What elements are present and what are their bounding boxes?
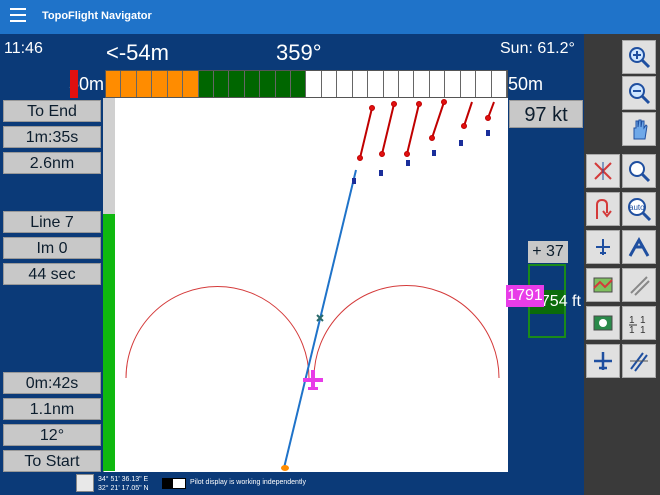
waypoint-markers bbox=[357, 99, 495, 161]
distance-to-start-readout: 1.1nm bbox=[3, 398, 101, 420]
scale-segment bbox=[352, 71, 369, 97]
turn-route-button[interactable] bbox=[586, 192, 620, 226]
fraction-icon: 1111 bbox=[629, 315, 646, 335]
deviation-scale-bar bbox=[105, 70, 508, 98]
scale-segment bbox=[414, 71, 430, 97]
titlebar: TopoFlight Navigator bbox=[0, 0, 660, 34]
flight-map[interactable] bbox=[103, 98, 508, 472]
scale-segment bbox=[291, 71, 307, 97]
time-to-end-readout: 1m:35s bbox=[3, 126, 101, 148]
scale-segment bbox=[136, 71, 153, 97]
line-tool-button[interactable] bbox=[622, 268, 656, 302]
aircraft-center-button[interactable] bbox=[586, 230, 620, 264]
fraction-button[interactable]: 1111 bbox=[622, 306, 656, 340]
aircraft-status-icon bbox=[76, 474, 94, 492]
status-bar: 34° 51' 36.13" E 32° 21' 17.05" N Pilot … bbox=[0, 472, 584, 495]
ground-speed-readout: 97 kt bbox=[509, 100, 583, 128]
scale-segment bbox=[152, 71, 168, 97]
scale-segment bbox=[260, 71, 276, 97]
flight-map-drawing bbox=[125, 99, 500, 471]
airplane-button[interactable] bbox=[586, 344, 620, 378]
heading-readout: 359° bbox=[276, 40, 322, 65]
scale-segment bbox=[429, 71, 446, 97]
aircraft-center-icon bbox=[596, 239, 610, 255]
zoom-out-icon bbox=[629, 83, 651, 105]
zoom-in-icon bbox=[629, 47, 651, 69]
scale-left-label: 50m bbox=[66, 70, 106, 98]
pan-hand-icon bbox=[633, 119, 648, 140]
scale-segment bbox=[198, 71, 214, 97]
terrain-map-icon bbox=[593, 277, 613, 293]
vertical-speed-readout: + 37 bbox=[528, 241, 568, 263]
scale-segment bbox=[368, 71, 384, 97]
scale-segment bbox=[244, 71, 261, 97]
menu-icon[interactable] bbox=[10, 8, 26, 24]
scale-right-label: 50m bbox=[508, 74, 544, 94]
scale-segment bbox=[491, 71, 507, 97]
scale-marker bbox=[70, 70, 78, 98]
sun-angle-readout: Sun: 61.2° bbox=[500, 40, 575, 57]
status-message: Pilot display is working independently bbox=[190, 479, 306, 486]
route-arrows-icon bbox=[628, 236, 650, 257]
svg-text:1: 1 bbox=[629, 325, 635, 335]
scale-segment bbox=[183, 71, 199, 97]
photo-map-button[interactable] bbox=[586, 306, 620, 340]
scale-segment bbox=[399, 71, 415, 97]
scale-segment bbox=[106, 71, 122, 97]
clock-readout: 11:46 bbox=[4, 40, 43, 57]
scale-segment bbox=[306, 71, 322, 97]
zoom-in-button[interactable] bbox=[622, 40, 656, 74]
svg-text:1: 1 bbox=[640, 325, 646, 335]
photo-map-icon bbox=[593, 315, 613, 331]
map-toolbar: auto 1111 bbox=[584, 34, 660, 495]
distance-to-end-readout: 2.6nm bbox=[3, 152, 101, 174]
scale-segment bbox=[337, 71, 353, 97]
scale-segment bbox=[476, 71, 492, 97]
pilot-display-indicator bbox=[162, 478, 186, 489]
terrain-altitude-readout: 1791 bbox=[506, 285, 544, 307]
scale-segment bbox=[213, 71, 230, 97]
scale-segment bbox=[383, 71, 400, 97]
auto-zoom-button[interactable]: auto bbox=[622, 192, 656, 226]
no-crosshair-icon bbox=[594, 162, 612, 180]
route-arrows-button[interactable] bbox=[622, 230, 656, 264]
scale-segment bbox=[229, 71, 245, 97]
altitude-delta-readout: <-54m bbox=[106, 40, 169, 65]
scale-segment bbox=[275, 71, 292, 97]
svg-text:auto: auto bbox=[629, 203, 645, 212]
zoom-search-icon bbox=[629, 161, 651, 183]
terrain-map-button[interactable] bbox=[586, 268, 620, 302]
scale-segment bbox=[121, 71, 137, 97]
auto-zoom-icon: auto bbox=[628, 198, 652, 221]
image-number-readout: Im 0 bbox=[3, 237, 101, 259]
turn-arc-right bbox=[313, 285, 500, 379]
start-point bbox=[281, 465, 289, 471]
to-start-button[interactable]: To Start bbox=[3, 450, 101, 472]
crosshair-toggle-button[interactable] bbox=[586, 154, 620, 188]
progress-fill bbox=[103, 214, 115, 471]
zoom-search-button[interactable] bbox=[622, 154, 656, 188]
multi-line-button[interactable] bbox=[622, 344, 656, 378]
progress-track bbox=[103, 98, 115, 214]
pan-button[interactable] bbox=[622, 112, 656, 146]
coordinates-readout: 34° 51' 36.13" E 32° 21' 17.05" N bbox=[98, 476, 149, 492]
app-title: TopoFlight Navigator bbox=[42, 10, 152, 22]
image-interval-readout: 44 sec bbox=[3, 263, 101, 285]
multi-line-icon bbox=[630, 352, 648, 372]
to-end-button[interactable]: To End bbox=[3, 100, 101, 122]
scale-segment bbox=[167, 71, 184, 97]
line-tool-icon bbox=[630, 276, 650, 296]
scale-segment bbox=[460, 71, 477, 97]
airplane-icon bbox=[594, 352, 612, 370]
scale-segment bbox=[445, 71, 461, 97]
image-points bbox=[352, 130, 490, 184]
line-number-readout[interactable]: Line 7 bbox=[3, 211, 101, 233]
scale-segment bbox=[321, 71, 338, 97]
turn-arc-left bbox=[125, 286, 310, 379]
zoom-out-button[interactable] bbox=[622, 76, 656, 110]
angle-readout: 12° bbox=[3, 424, 101, 446]
time-to-start-readout: 0m:42s bbox=[3, 372, 101, 394]
turn-route-icon bbox=[596, 198, 612, 219]
